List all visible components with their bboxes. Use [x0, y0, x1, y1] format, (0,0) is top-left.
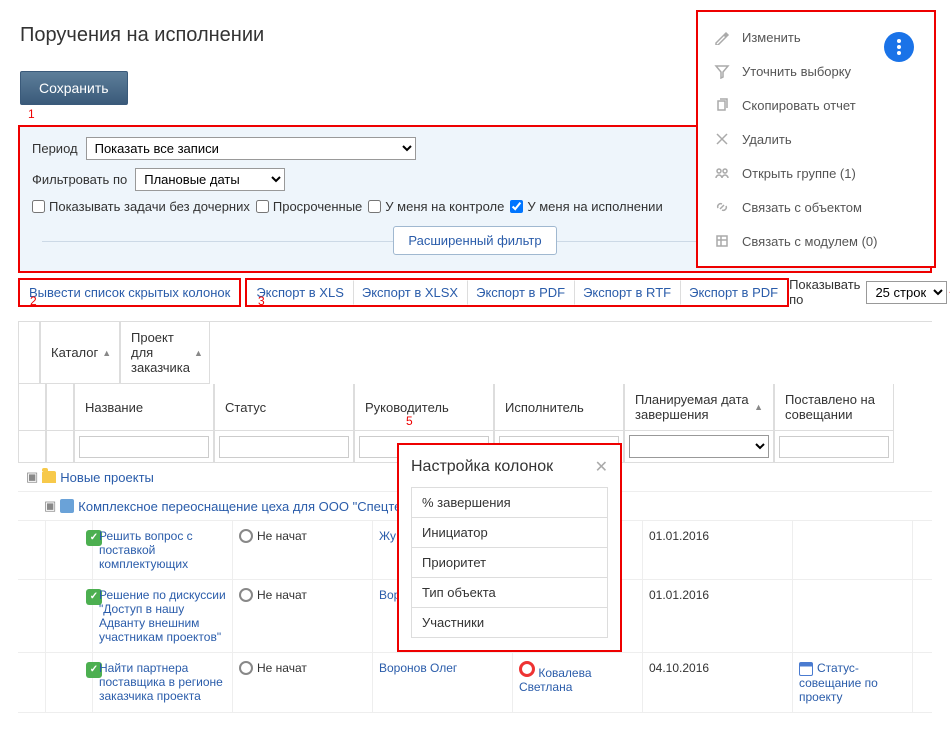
- folder-icon: [42, 471, 56, 483]
- popup-item-2[interactable]: Приоритет: [411, 547, 608, 577]
- task-link[interactable]: Решение по дискуссии "Доступ в нашу Адва…: [99, 588, 226, 644]
- filterby-select[interactable]: Плановые даты: [135, 168, 285, 191]
- popup-item-0[interactable]: % завершения: [411, 487, 608, 517]
- close-icon[interactable]: ✕: [595, 457, 608, 477]
- annotation-3: 3: [258, 294, 265, 308]
- annotation-5: 5: [406, 414, 413, 428]
- project-icon: [60, 499, 74, 513]
- popup-title: Настройка колонок: [411, 458, 553, 476]
- showby-select[interactable]: 25 строк: [866, 281, 947, 304]
- user-icon: [519, 661, 535, 677]
- export-2[interactable]: Экспорт в PDF: [467, 280, 574, 305]
- annotation-1: 1: [28, 107, 35, 121]
- col-status[interactable]: Статус: [214, 384, 354, 431]
- filter-status[interactable]: [219, 436, 349, 458]
- export-1[interactable]: Экспорт в XLSX: [353, 280, 467, 305]
- ctx-module[interactable]: Связать с модулем (0): [698, 224, 934, 258]
- ctx-copy[interactable]: Скопировать отчет: [698, 88, 934, 122]
- ctx-link[interactable]: Связать с объектом: [698, 190, 934, 224]
- more-actions-button[interactable]: [884, 32, 914, 62]
- table-row: ✓ Найти партнера поставщика в регионе за…: [18, 653, 932, 713]
- showby-label: Показывать по: [789, 277, 860, 307]
- annotation-2: 2: [30, 294, 37, 308]
- col-executor[interactable]: Исполнитель: [494, 384, 624, 431]
- chk-1[interactable]: Просроченные: [256, 199, 362, 214]
- export-4[interactable]: Экспорт в PDF: [680, 280, 787, 305]
- filterby-label: Фильтровать по: [32, 172, 127, 187]
- export-3[interactable]: Экспорт в RTF: [574, 280, 680, 305]
- context-menu: ИзменитьУточнить выборкуСкопировать отче…: [696, 10, 936, 268]
- popup-item-3[interactable]: Тип объекта: [411, 577, 608, 607]
- expand-column-header[interactable]: [18, 322, 40, 384]
- status-icon: [239, 529, 253, 543]
- ctx-group[interactable]: Открыть группе (1): [698, 156, 934, 190]
- ctx-cross[interactable]: Удалить: [698, 122, 934, 156]
- chk-0[interactable]: Показывать задачи без дочерних: [32, 199, 250, 214]
- save-button[interactable]: Сохранить: [20, 71, 128, 105]
- calendar-icon: [799, 662, 813, 676]
- filter-name[interactable]: [79, 436, 209, 458]
- columns-popup: Настройка колонок ✕ % завершенияИнициато…: [397, 443, 622, 652]
- chk-2[interactable]: У меня на контроле: [368, 199, 504, 214]
- filter-meeting[interactable]: [779, 436, 889, 458]
- popup-item-1[interactable]: Инициатор: [411, 517, 608, 547]
- period-select[interactable]: Показать все записи: [86, 137, 416, 160]
- period-label: Период: [32, 141, 78, 156]
- project-header[interactable]: Проект для заказчика▲: [120, 322, 210, 384]
- filter-plan[interactable]: [629, 435, 769, 458]
- manager-link[interactable]: Воронов Олег: [379, 661, 457, 675]
- toolbar: Вывести список скрытых колонок Экспорт в…: [18, 277, 932, 307]
- col-manager[interactable]: Руководитель: [354, 384, 494, 431]
- col-meeting[interactable]: Поставлено на совещании: [774, 384, 894, 431]
- status-icon: [239, 661, 253, 675]
- popup-item-4[interactable]: Участники: [411, 607, 608, 638]
- status-icon: [239, 588, 253, 602]
- task-link[interactable]: Найти партнера поставщика в регионе зака…: [99, 661, 223, 703]
- col-name[interactable]: Название: [74, 384, 214, 431]
- manager-link[interactable]: Жу: [379, 529, 396, 543]
- task-link[interactable]: Решить вопрос с поставкой комплектующих: [99, 529, 193, 571]
- catalog-header[interactable]: Каталог▲: [40, 322, 120, 384]
- advanced-filter-button[interactable]: Расширенный фильтр: [393, 226, 556, 255]
- show-hidden-columns[interactable]: Вывести список скрытых колонок: [20, 280, 239, 305]
- col-plan-date[interactable]: Планируемая дата завершения▲: [624, 384, 774, 431]
- chk-3[interactable]: У меня на исполнении: [510, 199, 662, 214]
